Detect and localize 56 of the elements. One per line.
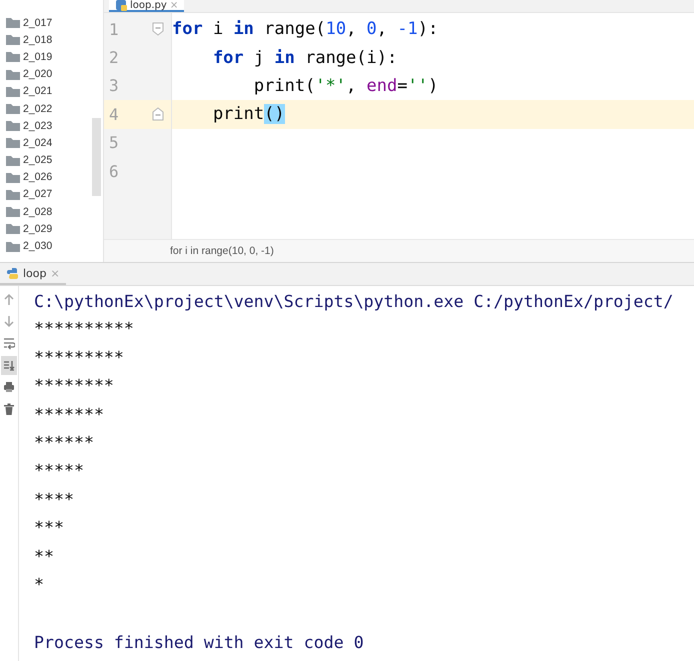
folder-icon <box>6 206 20 218</box>
up-arrow-icon <box>3 293 15 306</box>
folder-icon <box>6 51 20 62</box>
run-tab[interactable]: loop × <box>0 263 66 285</box>
folder-name[interactable]: 2_023 <box>23 120 52 132</box>
fold-icon[interactable] <box>152 22 164 36</box>
line-number: 1 <box>108 20 120 39</box>
folder-name[interactable]: 2_025 <box>23 154 52 166</box>
console-line: ********** ********* ******** ******* ****** ***** **** *** ** * <box>34 318 134 596</box>
down-arrow-icon <box>3 315 15 328</box>
trash-icon <box>3 403 15 416</box>
code-line: for i in range(10, 0, -1): <box>172 19 438 40</box>
folder-name[interactable]: 2_021 <box>23 85 52 98</box>
code-line: print() <box>212 104 285 124</box>
folder-icon <box>6 17 20 28</box>
folder-name[interactable]: 2_028 <box>23 206 52 218</box>
console-line: Process finished with exit code 0 <box>34 632 364 652</box>
folder-icon <box>6 240 20 252</box>
folder-name[interactable]: 2_019 <box>23 50 52 63</box>
python-icon <box>6 266 19 280</box>
folder-name[interactable]: 2_022 <box>23 102 52 115</box>
scrollbar-thumb[interactable] <box>92 118 101 196</box>
folder-name[interactable]: 2_030 <box>23 240 52 252</box>
scroll-to-end-icon <box>3 359 15 372</box>
folder-icon <box>6 103 20 114</box>
line-number: 4 <box>108 104 120 124</box>
code-line: for j in range(i): <box>212 48 398 68</box>
folder-name[interactable]: 2_018 <box>23 34 52 46</box>
folder-name[interactable]: 2_020 <box>23 68 52 80</box>
line-number: 6 <box>108 162 120 181</box>
folder-icon <box>6 120 20 132</box>
folder-icon <box>6 172 20 183</box>
folder-name[interactable]: 2_027 <box>23 188 52 200</box>
scroll-to-end-button[interactable] <box>1 356 17 375</box>
folder-name[interactable]: 2_017 <box>23 16 52 29</box>
printer-icon <box>3 381 15 394</box>
console-line: C:\pythonEx\project\venv\Scripts\python.exe C:/pythonEx/project/ <box>34 292 674 311</box>
folder-icon <box>6 137 20 148</box>
folder-icon <box>6 68 20 80</box>
line-number: 5 <box>108 133 120 152</box>
folder-name[interactable]: 2_029 <box>23 222 52 235</box>
folder-icon <box>6 223 20 234</box>
folder-name[interactable]: 2_026 <box>23 171 52 184</box>
folder-icon <box>6 34 20 46</box>
python-file-icon <box>115 0 127 11</box>
folder-icon <box>6 188 20 200</box>
file-tab[interactable]: loop.py × <box>109 0 184 12</box>
wrap-icon <box>3 337 15 350</box>
code-line: print('*', end='') <box>252 76 438 96</box>
fold-icon[interactable] <box>152 107 164 122</box>
breadcrumb[interactable]: for i in range(10, 0, -1) <box>170 245 274 257</box>
folder-icon <box>6 154 20 166</box>
folder-name[interactable]: 2_024 <box>23 136 52 149</box>
folder-icon <box>6 86 20 97</box>
line-number: 2 <box>108 48 120 68</box>
line-number: 3 <box>108 76 120 96</box>
